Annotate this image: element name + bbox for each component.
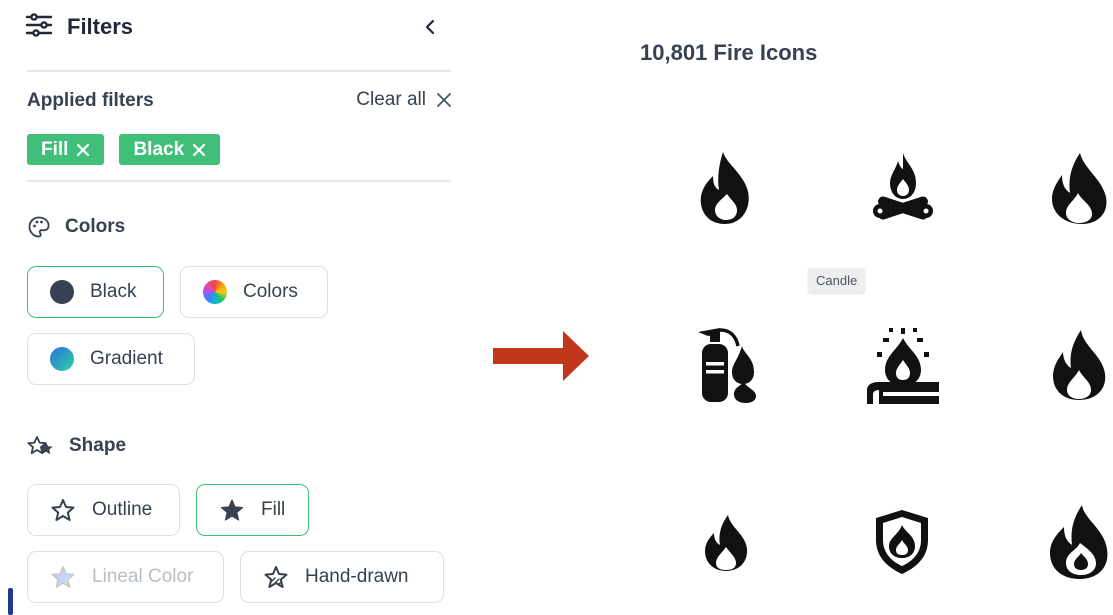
shape-option-fill[interactable]: Fill — [196, 484, 309, 536]
close-icon — [193, 143, 206, 156]
chip-label: Black — [133, 138, 185, 160]
sliders-icon — [25, 12, 53, 42]
flame-icon[interactable] — [698, 510, 754, 576]
results-title: 10,801 Fire Icons — [640, 40, 818, 65]
option-label: Black — [90, 281, 137, 302]
fire-icon[interactable] — [1045, 500, 1113, 584]
option-label: Lineal Color — [92, 566, 194, 587]
option-label: Fill — [261, 499, 286, 520]
scroll-indicator — [8, 588, 13, 615]
results-area: 10,801 Fire Icons Candle — [470, 0, 1113, 615]
candle-icon[interactable] — [864, 322, 942, 406]
applied-chips: Fill Black — [27, 134, 221, 165]
black-swatch — [50, 280, 74, 304]
clear-all-button[interactable]: Clear all — [356, 89, 452, 111]
star-outline-icon — [51, 499, 75, 521]
option-label: Outline — [92, 499, 153, 520]
chip-fill[interactable]: Fill — [27, 134, 105, 165]
applied-filters-title: Applied filters — [27, 90, 154, 111]
gradient-swatch — [50, 347, 74, 371]
close-icon — [437, 93, 451, 107]
shape-option-outline[interactable]: Outline — [27, 484, 180, 536]
fire-icon[interactable] — [690, 148, 760, 228]
color-option-colors[interactable]: Colors — [180, 266, 328, 318]
color-option-black[interactable]: Black — [27, 266, 164, 318]
option-label: Gradient — [90, 348, 163, 369]
campfire-icon[interactable] — [868, 148, 938, 228]
arrow-right-icon — [493, 331, 589, 381]
flame-icon[interactable] — [1045, 148, 1113, 228]
star-filled-icon — [220, 499, 244, 521]
chip-label: Fill — [41, 138, 69, 160]
option-label: Hand-drawn — [305, 566, 409, 587]
icon-tooltip: Candle — [808, 268, 866, 293]
option-label: Colors — [243, 281, 298, 302]
close-icon — [77, 143, 90, 156]
shape-option-lineal-color: Lineal Color — [27, 551, 224, 603]
filters-header: Filters — [25, 10, 445, 44]
star-hand-drawn-icon — [264, 566, 288, 588]
multicolor-swatch — [203, 280, 227, 304]
fire-shield-icon[interactable] — [870, 506, 934, 578]
flame-icon[interactable] — [1047, 322, 1111, 406]
filters-sidebar: Filters Applied filters Clear all Fill B… — [0, 0, 470, 615]
filters-title: Filters — [67, 14, 134, 39]
chip-black[interactable]: Black — [119, 134, 221, 165]
color-option-gradient[interactable]: Gradient — [27, 333, 195, 385]
chevron-left-icon — [425, 19, 435, 35]
colors-section-title: Colors — [27, 215, 125, 239]
shape-option-hand-drawn[interactable]: Hand-drawn — [240, 551, 444, 603]
shape-section-title: Shape — [27, 434, 126, 458]
divider — [27, 70, 451, 72]
divider — [27, 180, 451, 182]
section-label: Colors — [65, 216, 126, 237]
collapse-sidebar-button[interactable] — [415, 12, 445, 42]
clear-all-label: Clear all — [356, 89, 426, 110]
palette-icon — [28, 216, 50, 238]
fire-extinguisher-icon[interactable] — [690, 322, 762, 406]
section-label: Shape — [69, 435, 127, 456]
star-lineal-color-icon — [51, 566, 75, 588]
stars-icon — [27, 436, 53, 455]
